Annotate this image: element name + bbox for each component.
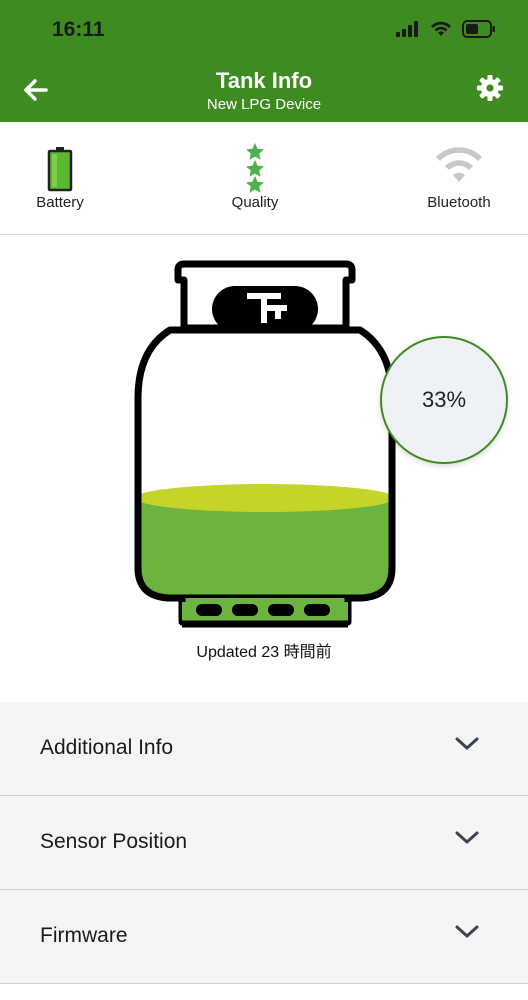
- battery-icon: [47, 147, 73, 192]
- status-time: 16:11: [52, 18, 105, 41]
- tank-level-panel: 33% Updated 23 時間前: [0, 236, 528, 702]
- accordion-sensor-position[interactable]: Sensor Position: [0, 796, 528, 890]
- tank-info-screen: 16:11 Tank Info New LPG Device Battery Q…: [0, 0, 528, 1000]
- bluetooth-signal-icon: [436, 147, 482, 182]
- star-icon: [246, 143, 264, 160]
- lpg-tank-icon: [134, 260, 396, 628]
- info-accordion: Additional Info Sensor Position Firmware: [0, 702, 528, 984]
- app-header: 16:11 Tank Info New LPG Device: [0, 0, 528, 122]
- gear-icon: [477, 75, 503, 101]
- battery-status: Battery: [0, 122, 120, 235]
- star-icon: [246, 160, 264, 177]
- bluetooth-status: Bluetooth: [399, 122, 519, 235]
- status-icons: [396, 20, 496, 38]
- accordion-additional-info[interactable]: Additional Info: [0, 702, 528, 796]
- accordion-label: Additional Info: [40, 736, 174, 759]
- quality-label: Quality: [231, 194, 279, 211]
- chevron-down-icon[interactable]: [454, 734, 480, 754]
- wifi-icon: [431, 21, 451, 36]
- accordion-firmware[interactable]: Firmware: [0, 890, 528, 984]
- quality-stars: [246, 143, 264, 193]
- bluetooth-label: Bluetooth: [427, 194, 491, 211]
- cellular-signal-icon: [396, 21, 418, 37]
- quality-status: Quality: [195, 122, 315, 235]
- page-subtitle: New LPG Device: [206, 96, 322, 113]
- last-updated-text: Updated 23 時間前: [196, 644, 332, 661]
- accordion-label: Firmware: [40, 924, 128, 947]
- chevron-down-icon[interactable]: [454, 828, 480, 848]
- device-status-row: Battery Quality Bluetooth: [0, 122, 528, 235]
- accordion-label: Sensor Position: [40, 830, 188, 853]
- level-percentage: 33%: [421, 387, 467, 412]
- star-icon: [246, 176, 264, 193]
- page-title: Tank Info: [215, 68, 313, 93]
- level-percentage-bubble: 33%: [380, 336, 508, 464]
- settings-button[interactable]: [474, 72, 506, 104]
- battery-label: Battery: [36, 194, 84, 211]
- chevron-down-icon[interactable]: [454, 922, 480, 942]
- phone-battery-icon: [462, 20, 495, 38]
